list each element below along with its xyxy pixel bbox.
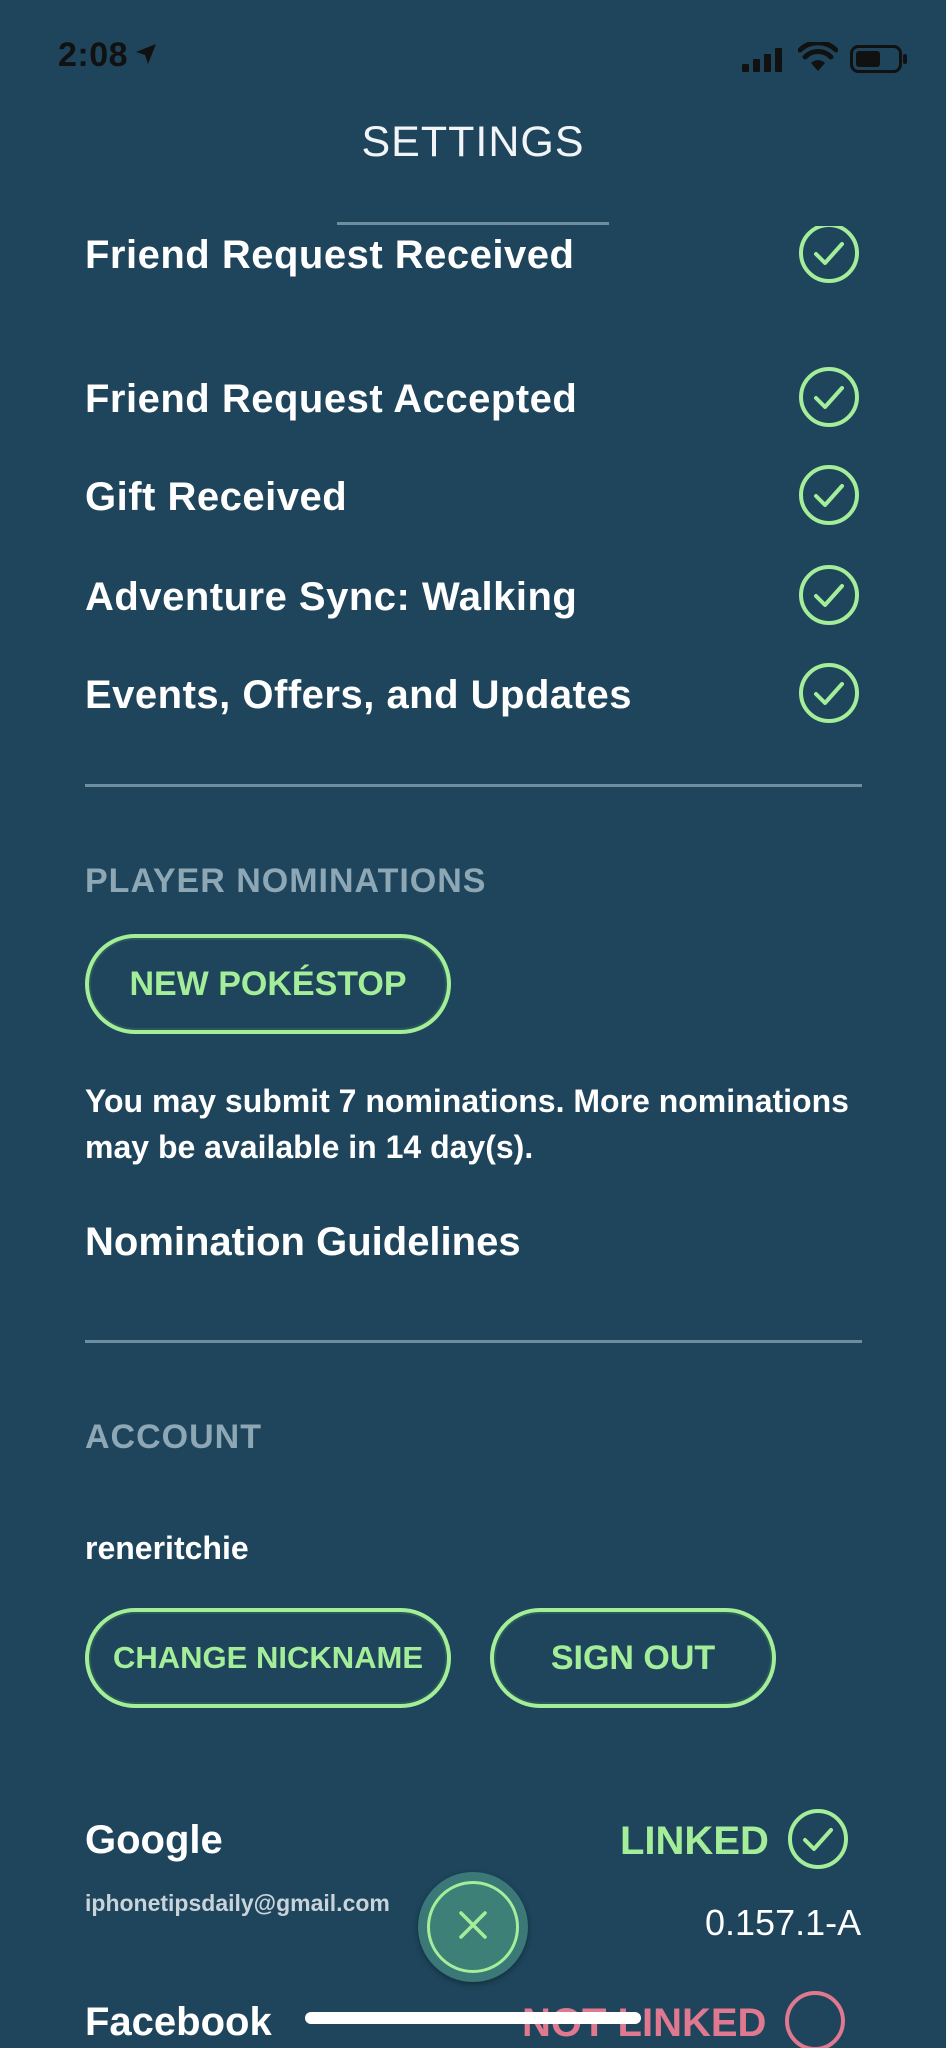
notification-label: Adventure Sync: Walking — [85, 574, 578, 619]
provider-google-label: Google — [85, 1818, 223, 1862]
check-circle-icon[interactable] — [798, 662, 860, 729]
notification-label: Gift Received — [85, 474, 348, 519]
cellular-signal-icon — [742, 48, 784, 72]
notification-row[interactable]: Friend Request Accepted — [85, 364, 860, 434]
close-button[interactable] — [418, 1872, 528, 1982]
sign-out-button[interactable]: SIGN OUT — [490, 1608, 776, 1708]
scroll-clip: Friend Request Received — [0, 226, 946, 330]
notification-row[interactable]: Friend Request Received — [85, 226, 860, 290]
notification-label: Friend Request Received — [85, 232, 575, 277]
notification-row[interactable]: Adventure Sync: Walking — [85, 562, 860, 632]
notification-label: Friend Request Accepted — [85, 376, 578, 421]
close-button-ring — [427, 1881, 519, 1973]
section-header-player-nominations: PLAYER NOMINATIONS — [85, 862, 487, 900]
status-time: 2:08 — [58, 36, 158, 75]
empty-circle-icon — [784, 1990, 846, 2048]
change-nickname-button[interactable]: CHANGE NICKNAME — [85, 1608, 451, 1708]
notification-row[interactable]: Gift Received — [85, 462, 860, 532]
linked-status-label: LINKED — [620, 1819, 769, 1863]
home-indicator[interactable] — [305, 2012, 641, 2024]
title-divider — [337, 222, 609, 225]
check-circle-icon[interactable] — [798, 226, 860, 289]
google-link-status[interactable]: LINKED — [620, 1808, 849, 1875]
section-divider — [85, 784, 862, 787]
check-circle-icon[interactable] — [798, 564, 860, 631]
nomination-guidelines-link[interactable]: Nomination Guidelines — [85, 1220, 521, 1265]
check-circle-icon[interactable] — [798, 464, 860, 531]
app-version: 0.157.1-A — [705, 1902, 862, 1943]
notification-label: Events, Offers, and Updates — [85, 672, 632, 717]
account-nickname: reneritchie — [85, 1530, 249, 1566]
section-divider — [85, 1340, 862, 1343]
check-circle-icon — [787, 1808, 849, 1875]
section-header-account: ACCOUNT — [85, 1418, 262, 1456]
wifi-icon — [797, 40, 839, 72]
location-arrow-icon — [134, 36, 158, 75]
battery-icon — [850, 45, 908, 73]
google-email: iphonetipsdaily@gmail.com — [85, 1890, 390, 1916]
page-title: SETTINGS — [361, 118, 585, 166]
new-pokestop-button[interactable]: NEW POKÉSTOP — [85, 934, 451, 1034]
nominations-info: You may submit 7 nominations. More nomin… — [85, 1083, 849, 1165]
notification-row[interactable]: Events, Offers, and Updates — [85, 660, 860, 730]
provider-facebook-label: Facebook — [85, 2000, 272, 2044]
check-circle-icon[interactable] — [798, 366, 860, 433]
close-icon — [456, 1908, 490, 1947]
